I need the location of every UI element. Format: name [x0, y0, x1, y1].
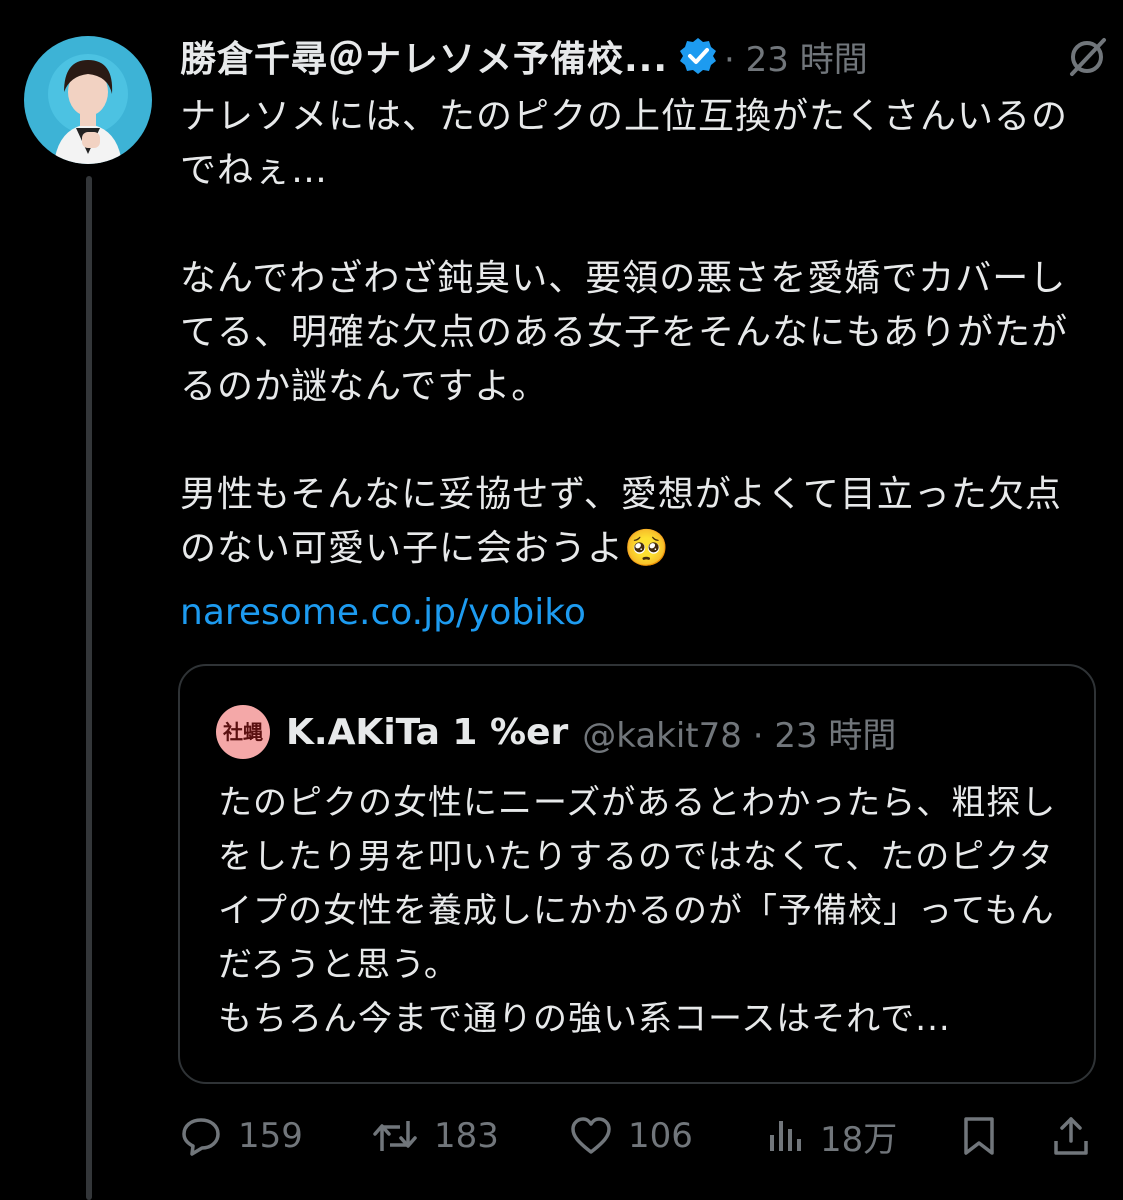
avatar-image [24, 36, 152, 164]
repost-button[interactable]: 183 [370, 1113, 499, 1159]
like-count: 106 [628, 1116, 693, 1156]
grok-icon[interactable] [1064, 34, 1110, 80]
quoted-author-handle[interactable]: @kakit78 · 23 時間 [582, 708, 896, 757]
views-count: 18万 [820, 1119, 898, 1160]
quoted-post-card[interactable]: 社蝿 K.AKiTa 1 %er @kakit78 · 23 時間 たのピクの女… [178, 664, 1096, 1084]
quoted-author-avatar[interactable]: 社蝿 [216, 705, 270, 759]
post-paragraph-3: 男性もそんなに妥協せず、愛想がよくて目立った欠点のない可愛い子に会おうよ🥺 [180, 474, 1062, 569]
reply-button[interactable]: 159 [178, 1113, 303, 1159]
quoted-post-text: たのピクの女性にニーズがあるとわかったら、粗探しをしたり男を叩いたりするのではな… [218, 783, 1057, 1039]
quoted-post-header: 社蝿 K.AKiTa 1 %er @kakit78 · 23 時間 [216, 704, 896, 760]
views-icon [764, 1113, 806, 1159]
author-avatar[interactable] [24, 36, 152, 164]
post-link[interactable]: naresome.co.jp/yobiko [180, 586, 586, 640]
bookmark-icon [956, 1113, 1002, 1159]
repost-count: 183 [434, 1116, 499, 1156]
post-header: 勝倉千尋＠ナレソメ予備校... · 23 時間 [180, 28, 1110, 84]
quoted-author-name[interactable]: K.AKiTa 1 %er [286, 712, 568, 753]
reply-count: 159 [238, 1116, 303, 1156]
verified-badge-icon [678, 36, 718, 76]
reply-icon [178, 1113, 224, 1159]
repost-icon [370, 1113, 420, 1159]
action-bar: 159 183 106 18万 [178, 1108, 1098, 1164]
share-button[interactable] [1048, 1113, 1094, 1159]
views-button[interactable]: 18万 [764, 1112, 897, 1161]
share-icon [1048, 1113, 1094, 1159]
like-icon [568, 1113, 614, 1159]
post-paragraph-2: なんでわざわざ鈍臭い、要領の悪さを愛嬌でカバーしてる、明確な欠点のある女子をそん… [180, 258, 1069, 407]
thread-connector-line [86, 176, 92, 1200]
author-name[interactable]: 勝倉千尋＠ナレソメ予備校... [180, 30, 668, 82]
post-timestamp[interactable]: · 23 時間 [724, 32, 868, 81]
post-body: ナレソメには、たのピクの上位互換がたくさんいるのでねぇ… なんでわざわざ鈍臭い、… [180, 90, 1080, 576]
like-button[interactable]: 106 [568, 1113, 693, 1159]
post-paragraph-1: ナレソメには、たのピクの上位互換がたくさんいるのでねぇ… [180, 96, 1069, 191]
bookmark-button[interactable] [956, 1113, 1002, 1159]
